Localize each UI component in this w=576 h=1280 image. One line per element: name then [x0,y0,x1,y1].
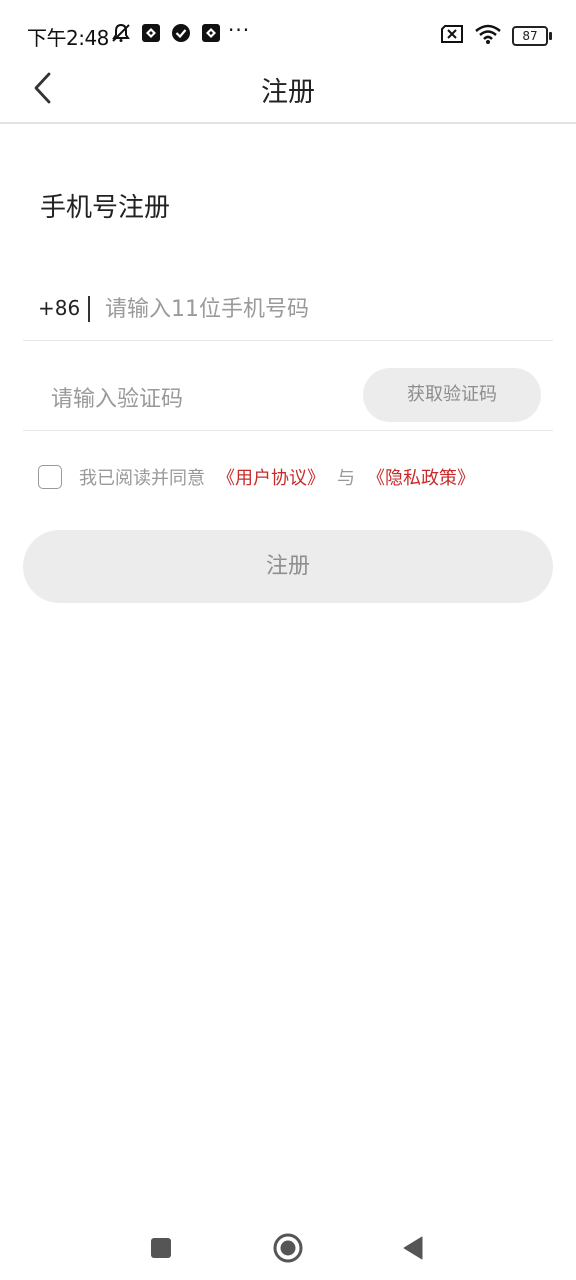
recent-apps-button[interactable] [141,1228,181,1268]
square-icon [151,1238,171,1258]
register-button[interactable]: 注册 [23,530,553,603]
wifi-icon [474,24,502,48]
phone-input[interactable] [105,290,535,328]
get-code-button[interactable]: 获取验证码 [363,368,541,422]
agreement-row: 我已阅读并同意 《用户协议》 与 《隐私政策》 [38,462,475,492]
privacy-policy-link[interactable]: 《隐私政策》 [367,464,475,490]
agree-checkbox[interactable] [38,465,62,489]
page-title: 注册 [261,77,315,108]
system-nav-bar [0,1210,576,1280]
section-title: 手机号注册 [40,193,171,223]
phone-row: +86 [23,280,553,341]
notification-icons [110,22,222,44]
nav-bar: 注册 [0,58,576,124]
system-back-button[interactable] [393,1228,433,1268]
agree-text: 我已阅读并同意 [79,468,205,489]
country-code[interactable]: +86 [38,296,80,320]
code-row: 获取验证码 [23,362,553,431]
app-notification-icon [200,22,222,44]
no-sim-icon [440,25,464,47]
battery-icon: 87 [512,26,552,46]
conjunction-text: 与 [337,468,355,489]
home-circle-icon [273,1233,303,1263]
system-status-icons: 87 [440,24,552,48]
verification-code-input[interactable] [51,380,331,418]
triangle-back-icon [403,1236,423,1260]
user-agreement-link[interactable]: 《用户协议》 [217,464,325,490]
app-notification-icon [140,22,162,44]
divider [88,296,90,322]
home-button[interactable] [268,1228,308,1268]
status-time: 下午2:48 [27,26,109,50]
more-notifications-icon: ··· [228,18,251,42]
check-circle-icon [170,22,192,44]
mute-icon [110,22,132,44]
